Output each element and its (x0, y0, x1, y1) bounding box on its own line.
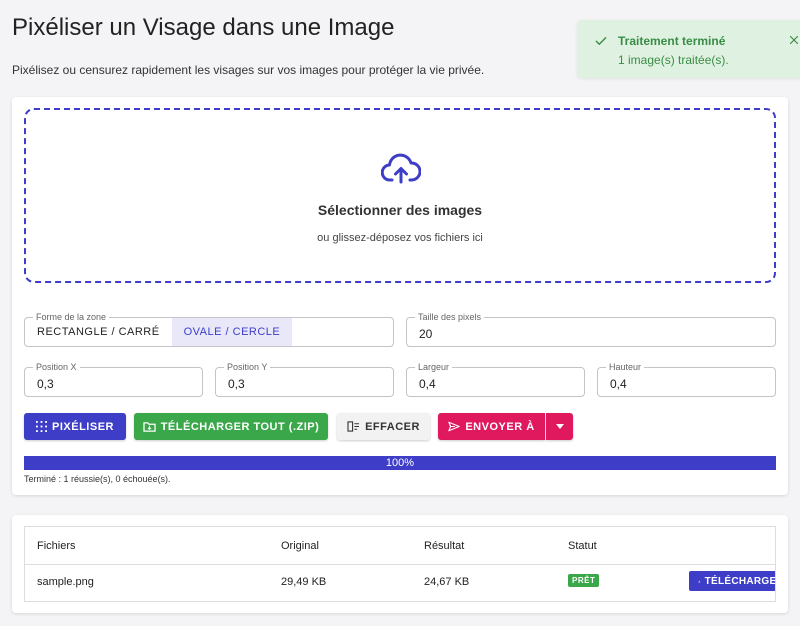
height-value: 0,4 (610, 377, 627, 391)
progress-bar: 100% (24, 456, 776, 470)
grid-icon (36, 421, 48, 432)
header-original: Original (281, 540, 319, 552)
header-files: Fichiers (37, 540, 76, 552)
width-value: 0,4 (419, 377, 436, 391)
position-x-field[interactable]: Position X 0,3 (24, 362, 203, 397)
toast-title: Traitement terminé (618, 34, 726, 48)
send-to-button[interactable]: ENVOYER À (438, 413, 545, 440)
status-text: Terminé : 1 réussie(s), 0 échouée(s). (24, 474, 171, 484)
page-subtitle: Pixélisez ou censurez rapidement les vis… (12, 63, 485, 77)
folder-download-icon (143, 422, 156, 432)
results-table: Fichiers Original Résultat Statut sample… (24, 526, 776, 602)
progress-label: 100% (385, 457, 415, 469)
width-label: Largeur (415, 362, 453, 372)
height-label: Hauteur (606, 362, 645, 372)
shape-rectangle-option[interactable]: RECTANGLE / CARRÉ (25, 318, 172, 346)
position-y-label: Position Y (224, 362, 271, 372)
download-icon (698, 579, 701, 583)
position-x-value: 0,3 (37, 377, 54, 391)
shape-toggle-group: Forme de la zone RECTANGLE / CARRÉ OVALE… (24, 312, 394, 347)
row-download-button[interactable]: TÉLÉCHARGER (689, 571, 776, 591)
pixelize-button[interactable]: PIXÉLISER (24, 413, 126, 440)
shape-oval-option[interactable]: OVALE / CERCLE (171, 318, 293, 346)
position-y-value: 0,3 (228, 377, 245, 391)
send-to-dropdown-button[interactable] (546, 413, 573, 440)
send-to-label: ENVOYER À (465, 420, 535, 433)
cell-result: 24,67 KB (424, 576, 470, 588)
cell-original: 29,49 KB (281, 576, 327, 588)
cell-file: sample.png (37, 576, 94, 588)
download-zip-button[interactable]: TÉLÉCHARGER TOUT (.ZIP) (134, 413, 328, 440)
toast-message: 1 image(s) traitée(s). (618, 53, 729, 67)
download-zip-label: TÉLÉCHARGER TOUT (.ZIP) (160, 420, 320, 433)
position-x-label: Position X (33, 362, 80, 372)
caret-down-icon (555, 424, 564, 429)
results-card: Fichiers Original Résultat Statut sample… (12, 515, 788, 613)
width-field[interactable]: Largeur 0,4 (406, 362, 585, 397)
send-icon (448, 421, 461, 432)
clear-button[interactable]: EFFACER (337, 413, 430, 440)
clear-list-icon (347, 421, 360, 432)
shape-label: Forme de la zone (33, 312, 110, 322)
row-download-label: TÉLÉCHARGER (704, 575, 776, 587)
dropzone[interactable]: Sélectionner des images ou glissez-dépos… (24, 108, 776, 283)
cloud-upload-icon (381, 153, 421, 184)
dropzone-title: Sélectionner des images (317, 202, 483, 218)
position-y-field[interactable]: Position Y 0,3 (215, 362, 394, 397)
check-icon (595, 37, 607, 45)
pixel-size-field[interactable]: Taille des pixels 20 (406, 312, 776, 347)
clear-label: EFFACER (365, 420, 420, 433)
status-badge: PRÊT (568, 574, 600, 587)
height-field[interactable]: Hauteur 0,4 (597, 362, 776, 397)
pixel-size-label: Taille des pixels (415, 312, 485, 322)
dropzone-subtitle: ou glissez-déposez vos fichiers ici (317, 232, 483, 244)
row-divider (25, 564, 775, 565)
header-result: Résultat (424, 540, 465, 552)
upload-settings-card: Sélectionner des images ou glissez-dépos… (12, 97, 788, 495)
pixelize-label: PIXÉLISER (52, 420, 114, 433)
header-status: Statut (568, 540, 597, 552)
pixel-size-value: 20 (419, 327, 433, 341)
success-toast: Traitement terminé 1 image(s) traitée(s)… (577, 20, 800, 78)
page-title: Pixéliser un Visage dans une Image (12, 14, 395, 41)
close-icon[interactable] (788, 34, 800, 46)
